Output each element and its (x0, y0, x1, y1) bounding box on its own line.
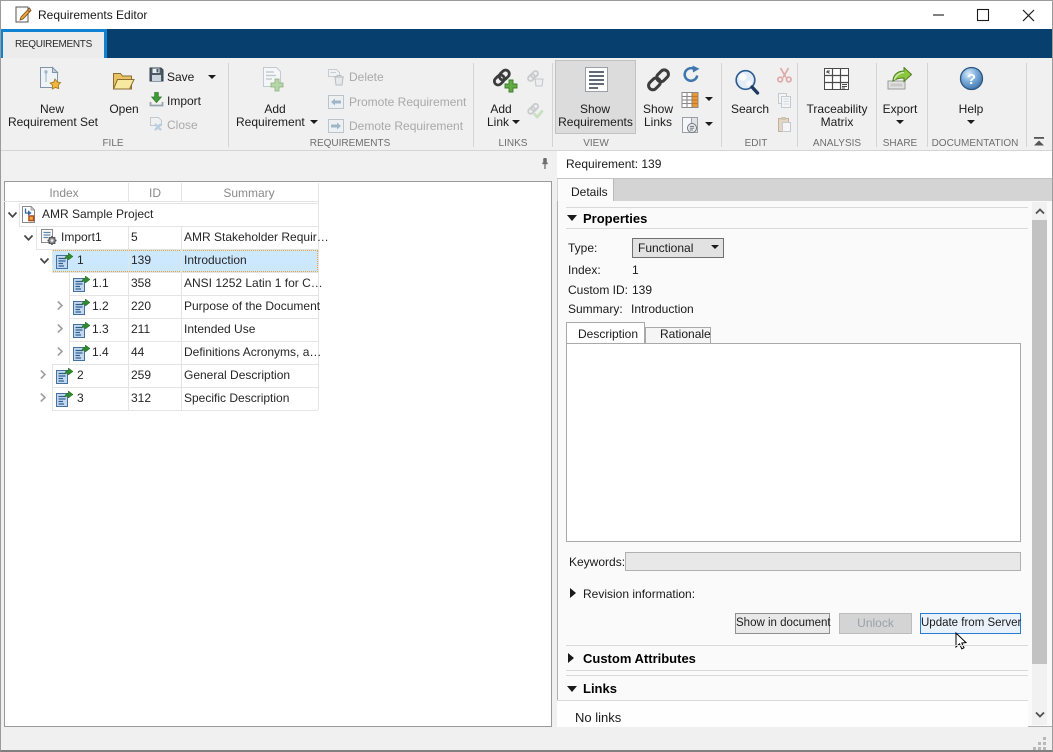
svg-text:?: ? (967, 71, 976, 88)
